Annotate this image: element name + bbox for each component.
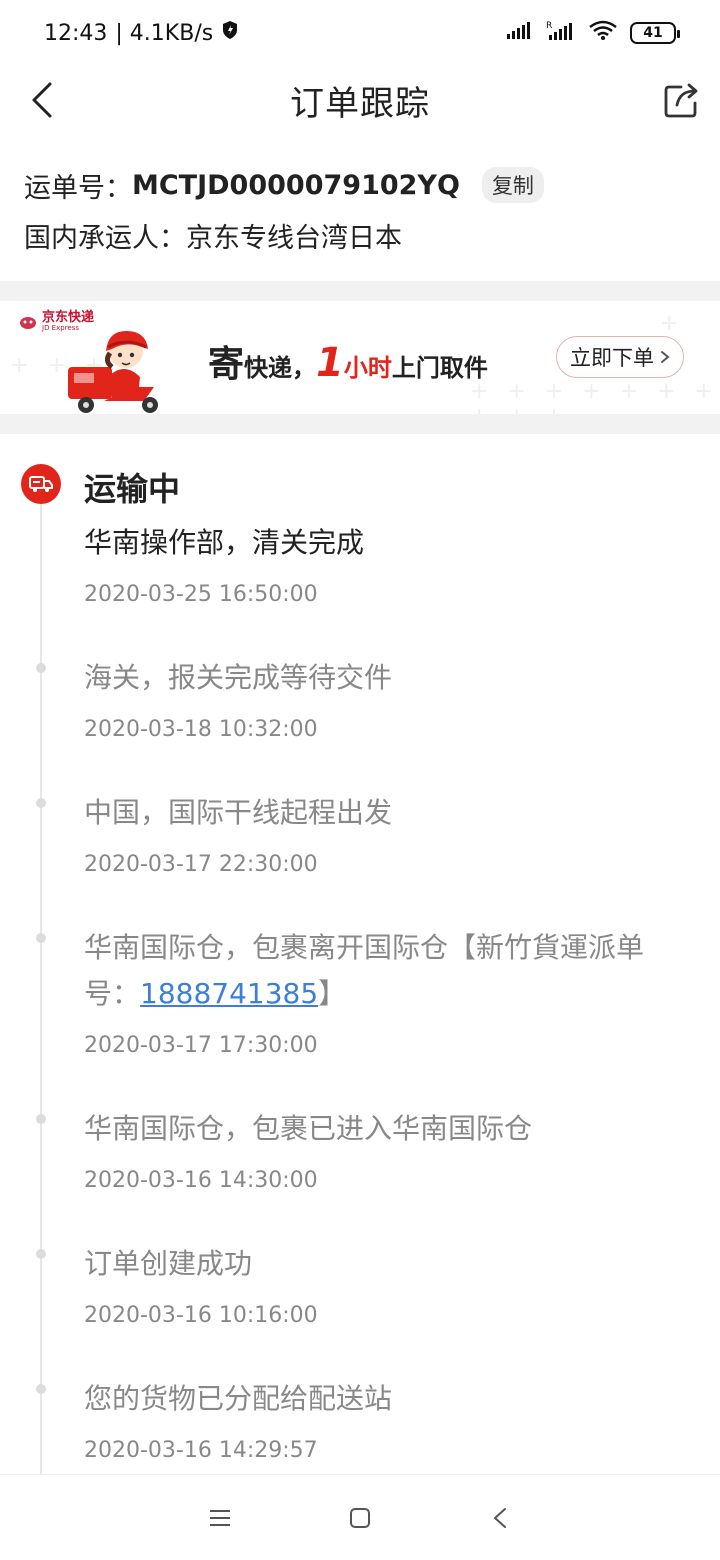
event-description: 海关，报关完成等待交件: [84, 661, 393, 694]
slogan-number: 1: [316, 340, 344, 386]
tracking-timeline: 运输中 华南操作部，清关完成 2020-03-25 16:50:00 海关，报关…: [0, 434, 720, 1474]
timeline-dot: [36, 933, 46, 943]
event-description-text: 】: [318, 977, 347, 1010]
shipment-status: 运输中: [84, 470, 181, 508]
carrier-label: 国内承运人：: [24, 222, 186, 254]
waybill-info: 运单号： MCTJD0000079102YQ 复制 国内承运人： 京东专线台湾日…: [0, 160, 720, 260]
order-now-button[interactable]: 立即下单: [556, 336, 684, 378]
carrier-row: 国内承运人： 京东专线台湾日本: [24, 210, 696, 260]
promo-banner[interactable]: + + + + + + + + + + + + + + + 京东快递 JD Ex…: [0, 301, 720, 414]
chevron-right-icon: [660, 345, 670, 369]
header: 订单跟踪: [0, 66, 720, 134]
home-square-icon[interactable]: [340, 1498, 380, 1538]
banner-slogan: 寄 快递， 1 小时 上门取件: [208, 335, 488, 387]
event-time: 2020-03-16 14:30:00: [84, 1168, 318, 1193]
system-nav-bar: [0, 1474, 720, 1560]
signal-icon: [506, 20, 534, 46]
waybill-number: MCTJD0000079102YQ: [132, 169, 460, 201]
svg-text:R: R: [546, 21, 552, 31]
decor-pattern: + + + + + + + + + +: [470, 379, 719, 414]
event-time: 2020-03-16 14:29:57: [84, 1438, 318, 1463]
slogan-text: 快递，: [244, 354, 317, 382]
event-time: 2020-03-25 16:50:00: [84, 582, 318, 607]
event-description: 华南国际仓，包裹已进入华南国际仓: [84, 1112, 533, 1145]
order-now-label: 立即下单: [570, 346, 654, 370]
event-time: 2020-03-17 22:30:00: [84, 852, 318, 877]
courier-illustration: [64, 327, 168, 414]
timeline-dot: [36, 1249, 46, 1259]
section-divider: [0, 414, 720, 434]
waybill-number-label: 运单号：: [24, 172, 132, 204]
slogan-text: 上门取件: [391, 354, 488, 382]
wifi-icon: [588, 19, 618, 47]
signal-roaming-icon: R: [546, 19, 576, 47]
carrier-name: 京东专线台湾日本: [186, 222, 402, 254]
dispatch-number-link[interactable]: 1888741385: [140, 977, 318, 1010]
event-description: 中国，国际干线起程出发: [84, 796, 393, 829]
page-title: 订单跟踪: [290, 83, 430, 124]
status-time: 12:43: [44, 20, 108, 46]
slogan-highlight: 小时: [343, 354, 392, 382]
event-time: 2020-03-18 10:32:00: [84, 717, 318, 742]
chevron-left-icon[interactable]: [22, 80, 62, 120]
share-icon[interactable]: [662, 80, 702, 120]
copy-button[interactable]: 复制: [481, 167, 544, 203]
waybill-number-row: 运单号： MCTJD0000079102YQ 复制: [24, 160, 696, 210]
back-triangle-icon[interactable]: [480, 1498, 520, 1538]
shield-icon: [221, 20, 239, 46]
battery-indicator: 41: [630, 22, 680, 44]
timeline-dot: [36, 663, 46, 673]
timeline-line: [40, 504, 42, 1474]
timeline-dot: [36, 1384, 46, 1394]
menu-icon[interactable]: [200, 1498, 240, 1538]
event-description: 华南国际仓，包裹离开国际仓【新竹貨運派单号：1888741385】: [84, 925, 684, 1017]
status-bar: 12:43 | 4.1KB/s R 41: [0, 0, 720, 66]
network-speed: | 4.1KB/s: [115, 20, 214, 46]
slogan-char: 寄: [208, 344, 245, 385]
event-description: 您的货物已分配给配送站: [84, 1382, 393, 1415]
event-description: 订单创建成功: [84, 1247, 253, 1280]
truck-icon: [21, 464, 61, 504]
timeline-dot: [36, 1114, 46, 1124]
event-time: 2020-03-17 17:30:00: [84, 1033, 318, 1058]
event-time: 2020-03-16 10:16:00: [84, 1303, 318, 1328]
timeline-dot: [36, 798, 46, 808]
brand-name: 京东快递: [42, 310, 95, 325]
section-divider: [0, 281, 720, 301]
event-description: 华南操作部，清关完成: [84, 526, 365, 559]
